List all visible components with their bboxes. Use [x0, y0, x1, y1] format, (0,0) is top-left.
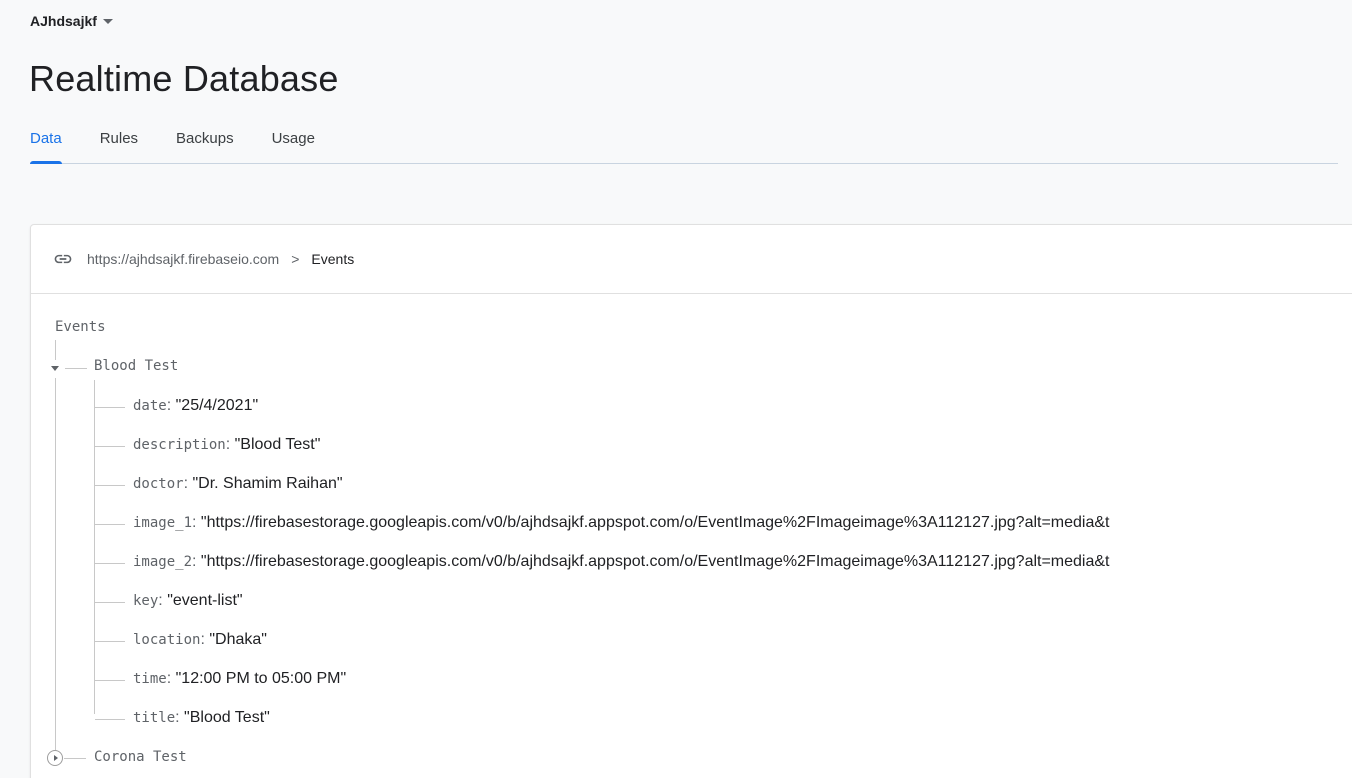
project-name: AJhdsajkf: [30, 13, 97, 29]
leaf-value: "Blood Test": [234, 436, 321, 453]
leaf-value: "event-list": [167, 592, 243, 609]
leaf-value: "Dr. Shamim Raihan": [192, 475, 343, 492]
tree-connector: [95, 680, 125, 681]
tab-backups[interactable]: Backups: [176, 118, 234, 163]
leaf-value: "25/4/2021": [175, 397, 259, 414]
tree-connector: [95, 719, 125, 720]
leaf-key: location: [133, 632, 201, 648]
tab-data[interactable]: Data: [30, 118, 62, 164]
data-tree: Events Blood Test date: "25/4/2021" desc…: [31, 294, 1352, 778]
leaf-key: date: [133, 398, 167, 414]
leaf-key: key: [133, 593, 159, 609]
tree-leaf[interactable]: key: "event-list": [133, 592, 243, 610]
tree-connector: [95, 485, 125, 486]
tree-leaf[interactable]: doctor: "Dr. Shamim Raihan": [133, 475, 343, 493]
breadcrumb-separator-icon: >: [291, 251, 300, 267]
tree-connector: [95, 446, 125, 447]
link-icon[interactable]: [53, 249, 73, 269]
tree-connector: [95, 602, 125, 603]
leaf-key: image_2: [133, 554, 193, 570]
tree-leaf[interactable]: image_1: "https://firebasestorage.google…: [133, 514, 1110, 532]
tab-bar: Data Rules Backups Usage: [30, 118, 1338, 164]
project-switcher[interactable]: AJhdsajkf: [30, 13, 113, 29]
tree-leaf[interactable]: description: "Blood Test": [133, 436, 320, 454]
tree-leaf[interactable]: date: "25/4/2021": [133, 397, 258, 415]
leaf-key: description: [133, 437, 226, 453]
breadcrumb: https://ajhdsajkf.firebaseio.com > Event…: [31, 225, 1352, 294]
tree-connector: [55, 378, 56, 758]
leaf-value: "12:00 PM to 05:00 PM": [175, 670, 347, 687]
tree-connector: [94, 380, 95, 714]
tree-connector: [64, 758, 86, 759]
tab-usage[interactable]: Usage: [272, 118, 315, 163]
tree-leaf[interactable]: location: "Dhaka": [133, 631, 267, 649]
breadcrumb-current: Events: [311, 251, 355, 267]
tab-rules[interactable]: Rules: [100, 118, 138, 163]
breadcrumb-url[interactable]: https://ajhdsajkf.firebaseio.com: [87, 251, 279, 267]
leaf-key: title: [133, 710, 176, 726]
tree-leaf[interactable]: image_2: "https://firebasestorage.google…: [133, 553, 1110, 571]
tree-connector: [95, 641, 125, 642]
page-title: Realtime Database: [29, 58, 339, 99]
tree-node-key[interactable]: Blood Test: [94, 358, 178, 374]
data-viewer-card: https://ajhdsajkf.firebaseio.com > Event…: [30, 224, 1352, 778]
tree-connector: [95, 563, 125, 564]
leaf-value: "https://firebasestorage.googleapis.com/…: [200, 514, 1110, 531]
tree-connector: [95, 407, 125, 408]
expand-toggle-icon[interactable]: [47, 750, 63, 766]
tree-leaf[interactable]: title: "Blood Test": [133, 709, 270, 727]
collapse-toggle-icon[interactable]: [51, 366, 59, 371]
tree-root-key[interactable]: Events: [55, 319, 106, 335]
tree-node-key[interactable]: Corona Test: [94, 749, 187, 765]
leaf-value: "https://firebasestorage.googleapis.com/…: [200, 553, 1110, 570]
firebase-console-page: AJhdsajkf Realtime Database Data Rules B…: [0, 0, 1352, 778]
leaf-value: "Dhaka": [209, 631, 267, 648]
tree-connector: [65, 368, 87, 369]
leaf-key: doctor: [133, 476, 184, 492]
tree-connector: [55, 340, 56, 360]
leaf-key: time: [133, 671, 167, 687]
leaf-value: "Blood Test": [184, 709, 270, 726]
tree-connector: [95, 524, 125, 525]
caret-down-icon: [102, 18, 113, 24]
tree-leaf[interactable]: time: "12:00 PM to 05:00 PM": [133, 670, 346, 688]
leaf-key: image_1: [133, 515, 193, 531]
